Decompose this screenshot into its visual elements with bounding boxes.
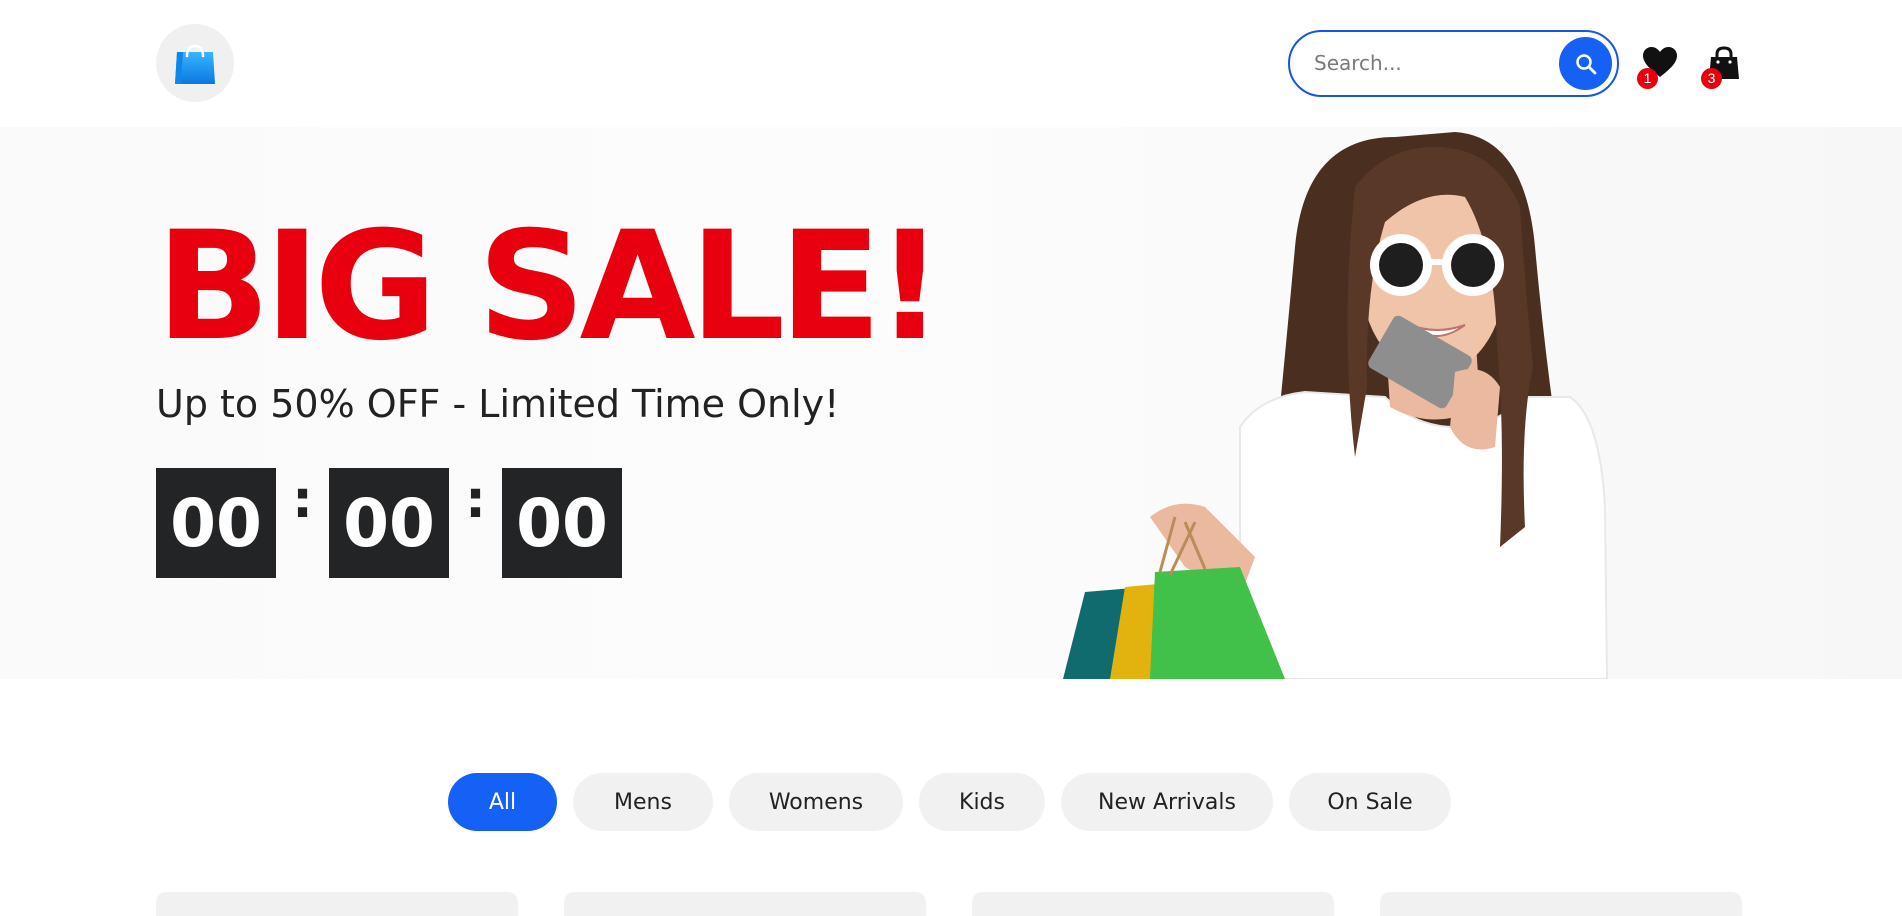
countdown-separator: : (292, 470, 313, 530)
site-header: 1 3 (0, 0, 1902, 127)
countdown-separator: : (465, 470, 486, 530)
countdown-hours: 00 (156, 468, 276, 578)
product-card[interactable] (156, 892, 518, 916)
countdown-seconds: 00 (502, 468, 622, 578)
category-tab-new-arrivals[interactable]: New Arrivals (1061, 773, 1273, 831)
hero-title: BIG SALE! (156, 200, 944, 374)
category-tab-mens[interactable]: Mens (573, 773, 713, 831)
countdown-timer: 00 : 00 : 00 (156, 468, 622, 578)
category-tab-kids[interactable]: Kids (919, 773, 1045, 831)
category-tab-on-sale[interactable]: On Sale (1289, 773, 1451, 831)
product-card[interactable] (972, 892, 1334, 916)
wishlist-button[interactable]: 1 (1637, 44, 1681, 89)
search-bar (1288, 30, 1619, 97)
product-card[interactable] (564, 892, 926, 916)
search-icon (1575, 53, 1596, 74)
category-tabs: All Mens Womens Kids New Arrivals On Sal… (448, 773, 1451, 831)
shopping-bag-icon (175, 44, 215, 84)
cart-button[interactable]: 3 (1701, 44, 1745, 89)
product-card[interactable] (1380, 892, 1742, 916)
category-tab-all[interactable]: All (448, 773, 557, 831)
category-tab-womens[interactable]: Womens (729, 773, 903, 831)
wishlist-count-badge: 1 (1637, 68, 1658, 89)
hero-model-image (1063, 132, 1609, 679)
search-button[interactable] (1559, 37, 1612, 90)
site-logo[interactable] (156, 24, 234, 102)
search-input[interactable] (1314, 44, 1544, 82)
hero-banner: BIG SALE! Up to 50% OFF - Limited Time O… (0, 127, 1902, 679)
cart-count-badge: 3 (1701, 68, 1722, 89)
countdown-minutes: 00 (329, 468, 449, 578)
hero-subtitle: Up to 50% OFF - Limited Time Only! (156, 382, 840, 426)
